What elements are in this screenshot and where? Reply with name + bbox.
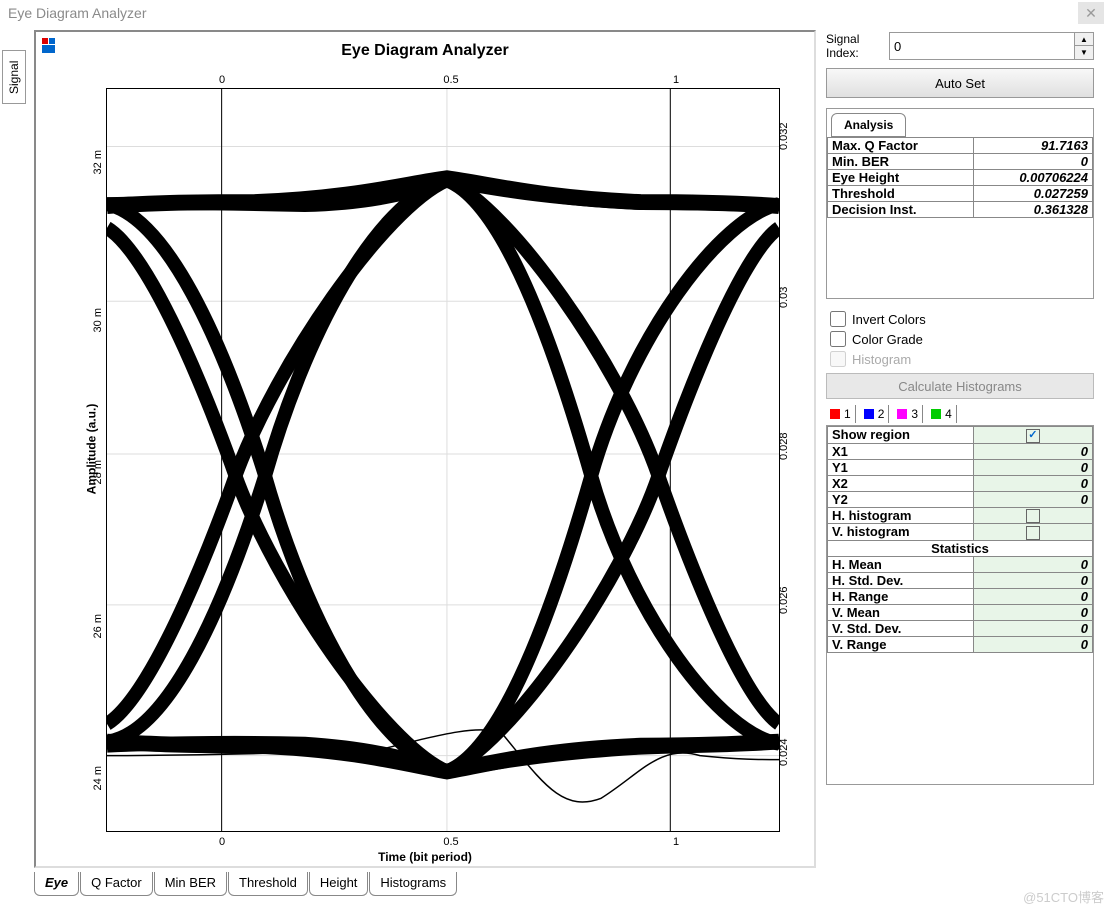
color-swatch-icon bbox=[864, 409, 874, 419]
color-swatch-icon bbox=[830, 409, 840, 419]
row-label: H. Mean bbox=[828, 556, 974, 572]
signal-index-input[interactable] bbox=[890, 33, 1074, 59]
row-label: Decision Inst. bbox=[828, 202, 974, 218]
y1-value[interactable]: 0 bbox=[973, 459, 1092, 475]
chart-title: Eye Diagram Analyzer bbox=[36, 32, 814, 60]
analysis-tab[interactable]: Analysis bbox=[831, 113, 906, 137]
row-label: Y2 bbox=[828, 491, 974, 507]
calculate-histograms-button[interactable]: Calculate Histograms bbox=[826, 373, 1094, 399]
x-tick: 1 bbox=[673, 836, 679, 848]
row-label: V. Range bbox=[828, 636, 974, 652]
tab-qfactor[interactable]: Q Factor bbox=[80, 872, 153, 896]
row-value: 0 bbox=[973, 154, 1092, 170]
y-tick: 26 m bbox=[92, 614, 104, 644]
row-label: H. Range bbox=[828, 588, 974, 604]
x-axis-label: Time (bit period) bbox=[378, 850, 472, 864]
stat-value: 0 bbox=[973, 620, 1092, 636]
y-tick: 24 m bbox=[92, 766, 104, 796]
x-tick-top: 0.5 bbox=[443, 74, 458, 86]
row-label: Max. Q Factor bbox=[828, 138, 974, 154]
color-tab-3[interactable]: 3 bbox=[893, 405, 923, 423]
y-tick: 28 m bbox=[92, 460, 104, 490]
bottom-tabs: Eye Q Factor Min BER Threshold Height Hi… bbox=[34, 872, 816, 896]
color-tab-4[interactable]: 4 bbox=[927, 405, 957, 423]
x1-value[interactable]: 0 bbox=[973, 443, 1092, 459]
invert-colors-checkbox[interactable] bbox=[830, 311, 846, 327]
row-value: 0.00706224 bbox=[973, 170, 1092, 186]
auto-set-button[interactable]: Auto Set bbox=[826, 68, 1094, 98]
x2-value[interactable]: 0 bbox=[973, 475, 1092, 491]
tab-height[interactable]: Height bbox=[309, 872, 369, 896]
plot-area[interactable] bbox=[106, 88, 780, 832]
color-swatch-icon bbox=[897, 409, 907, 419]
spin-down-icon[interactable]: ▼ bbox=[1075, 46, 1093, 59]
row-label: V. histogram bbox=[828, 524, 974, 541]
y-tick: 32 m bbox=[92, 150, 104, 180]
row-value: 0.361328 bbox=[973, 202, 1092, 218]
row-value: 0.027259 bbox=[973, 186, 1092, 202]
export-icon[interactable] bbox=[40, 36, 60, 56]
stat-value: 0 bbox=[973, 572, 1092, 588]
x-tick-top: 0 bbox=[219, 74, 225, 86]
color-grade-checkbox[interactable] bbox=[830, 331, 846, 347]
analysis-panel: Analysis Max. Q Factor91.7163 Min. BER0 … bbox=[826, 108, 1094, 299]
statistics-header: Statistics bbox=[828, 540, 1093, 556]
signal-side-tab[interactable]: Signal bbox=[2, 50, 26, 104]
region-table: Show region X10 Y10 X20 Y20 H. histogram… bbox=[827, 426, 1093, 653]
x-tick: 0 bbox=[219, 836, 225, 848]
x-tick: 0.5 bbox=[443, 836, 458, 848]
window-title: Eye Diagram Analyzer bbox=[8, 5, 147, 21]
stat-value: 0 bbox=[973, 588, 1092, 604]
statistics-panel: Show region X10 Y10 X20 Y20 H. histogram… bbox=[826, 425, 1094, 785]
tab-minber[interactable]: Min BER bbox=[154, 872, 227, 896]
y2-value[interactable]: 0 bbox=[973, 491, 1092, 507]
chart-frame: Eye Diagram Analyzer Amplitude (a.u.) Ti… bbox=[34, 30, 816, 868]
stat-value: 0 bbox=[973, 604, 1092, 620]
row-label: H. Std. Dev. bbox=[828, 572, 974, 588]
stat-value: 0 bbox=[973, 556, 1092, 572]
histogram-label: Histogram bbox=[852, 352, 911, 367]
histogram-checkbox bbox=[830, 351, 846, 367]
invert-colors-label: Invert Colors bbox=[852, 312, 926, 327]
stat-value: 0 bbox=[973, 636, 1092, 652]
color-grade-label: Color Grade bbox=[852, 332, 923, 347]
v-histogram-check[interactable] bbox=[973, 524, 1092, 541]
close-button[interactable]: ✕ bbox=[1078, 2, 1104, 24]
row-label: Threshold bbox=[828, 186, 974, 202]
row-label: X2 bbox=[828, 475, 974, 491]
signal-index-field[interactable]: ▲ ▼ bbox=[889, 32, 1094, 60]
row-label: Eye Height bbox=[828, 170, 974, 186]
color-tab-2[interactable]: 2 bbox=[860, 405, 890, 423]
row-label: Show region bbox=[828, 427, 974, 444]
analysis-table: Max. Q Factor91.7163 Min. BER0 Eye Heigh… bbox=[827, 137, 1093, 218]
show-region-check[interactable] bbox=[973, 427, 1092, 444]
row-label: Y1 bbox=[828, 459, 974, 475]
row-label: H. histogram bbox=[828, 507, 974, 524]
row-label: X1 bbox=[828, 443, 974, 459]
spin-up-icon[interactable]: ▲ bbox=[1075, 33, 1093, 46]
color-tabs: 1 2 3 4 bbox=[826, 405, 1094, 423]
row-value: 91.7163 bbox=[973, 138, 1092, 154]
h-histogram-check[interactable] bbox=[973, 507, 1092, 524]
tab-threshold[interactable]: Threshold bbox=[228, 872, 308, 896]
y-tick: 30 m bbox=[92, 308, 104, 338]
row-label: Min. BER bbox=[828, 154, 974, 170]
x-tick-top: 1 bbox=[673, 74, 679, 86]
tab-eye[interactable]: Eye bbox=[34, 872, 79, 896]
color-tab-1[interactable]: 1 bbox=[826, 405, 856, 423]
watermark: @51CTO博客 bbox=[1023, 887, 1104, 906]
tab-histograms[interactable]: Histograms bbox=[369, 872, 457, 896]
color-swatch-icon bbox=[931, 409, 941, 419]
row-label: V. Mean bbox=[828, 604, 974, 620]
signal-index-label: Signal Index: bbox=[826, 32, 885, 60]
row-label: V. Std. Dev. bbox=[828, 620, 974, 636]
